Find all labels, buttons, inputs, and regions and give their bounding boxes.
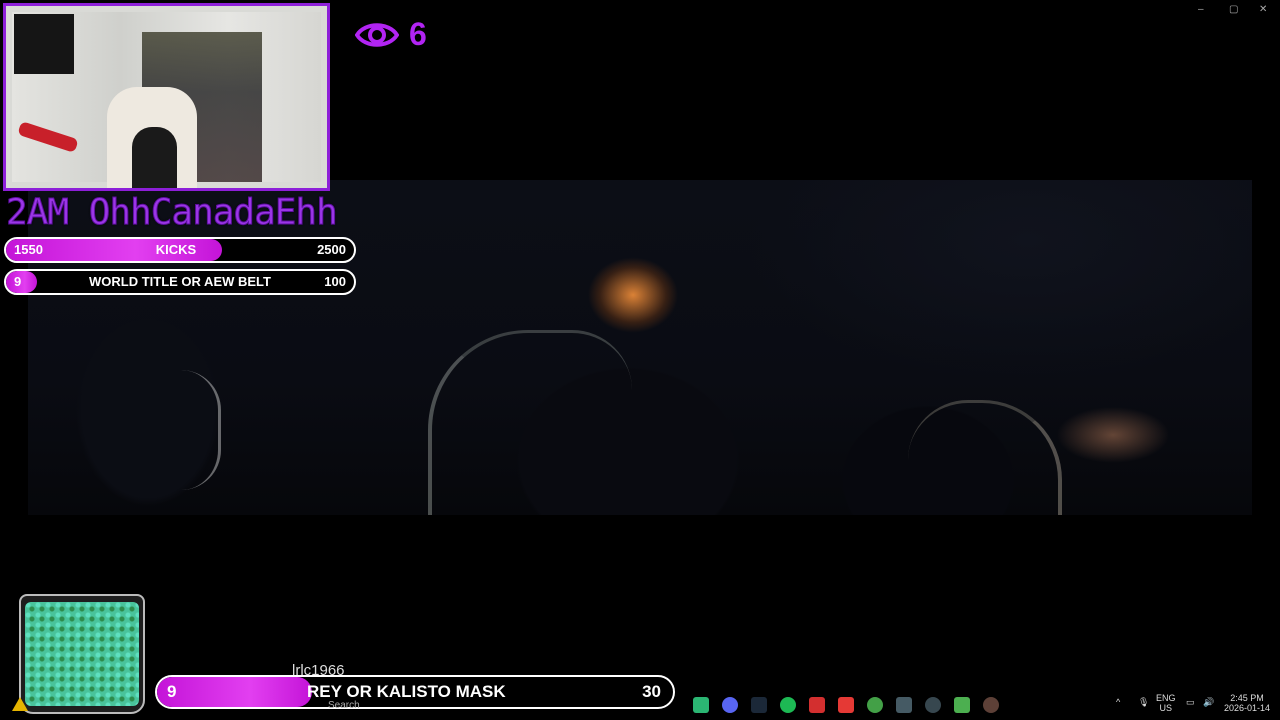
streamer [132, 127, 177, 188]
maximize-button[interactable]: ▢ [1229, 4, 1238, 15]
chevron-up-icon[interactable]: ^ [1116, 697, 1120, 707]
app-icon[interactable] [693, 697, 709, 713]
goal-target: 100 [324, 274, 346, 289]
figure-silhouette [908, 400, 1062, 515]
app-icon[interactable] [867, 697, 883, 713]
media-icon[interactable] [983, 697, 999, 713]
steam-icon[interactable] [751, 697, 767, 713]
warning-icon[interactable] [12, 697, 28, 711]
eye-icon [355, 22, 399, 47]
kicks-goal-bar: 1550 KICKS 2500 [4, 237, 356, 263]
microphone-arm [17, 121, 79, 153]
belt-goal-bar: 9 WORLD TITLE OR AEW BELT 100 [4, 269, 356, 295]
viewer-counter: 6 [355, 16, 427, 53]
channel-name: 2AM OhhCanadaEhh [6, 192, 339, 234]
figure-silhouette [158, 370, 221, 490]
app-icon[interactable] [809, 697, 825, 713]
discord-icon[interactable] [722, 697, 738, 713]
microphone-icon[interactable]: 🎙 [1138, 697, 1149, 707]
minimize-button[interactable]: – [1198, 4, 1204, 15]
viewer-count: 6 [409, 16, 427, 52]
wall-banner [14, 14, 74, 74]
app-icon[interactable] [896, 697, 912, 713]
app-icon[interactable] [838, 697, 854, 713]
language-indicator[interactable]: ENG US [1156, 693, 1176, 713]
goal-label: WORLD TITLE OR AEW BELT [89, 274, 271, 289]
taskbar-search[interactable]: Search [328, 700, 360, 711]
clock[interactable]: 2:45 PM 2026-01-14 [1224, 693, 1270, 713]
close-button[interactable]: ✕ [1259, 4, 1267, 15]
goal-target: 2500 [317, 242, 346, 257]
webcam-feed [3, 3, 330, 191]
figure-silhouette [428, 330, 632, 515]
spotify-icon[interactable] [780, 697, 796, 713]
minecraft-icon[interactable] [954, 697, 970, 713]
volume-icon[interactable]: 🔊 [1203, 697, 1214, 707]
obs-icon[interactable] [925, 697, 941, 713]
goal-label: KICKS [155, 242, 197, 257]
network-icon[interactable]: ▭ [1186, 697, 1195, 707]
taskbar [0, 690, 1280, 720]
